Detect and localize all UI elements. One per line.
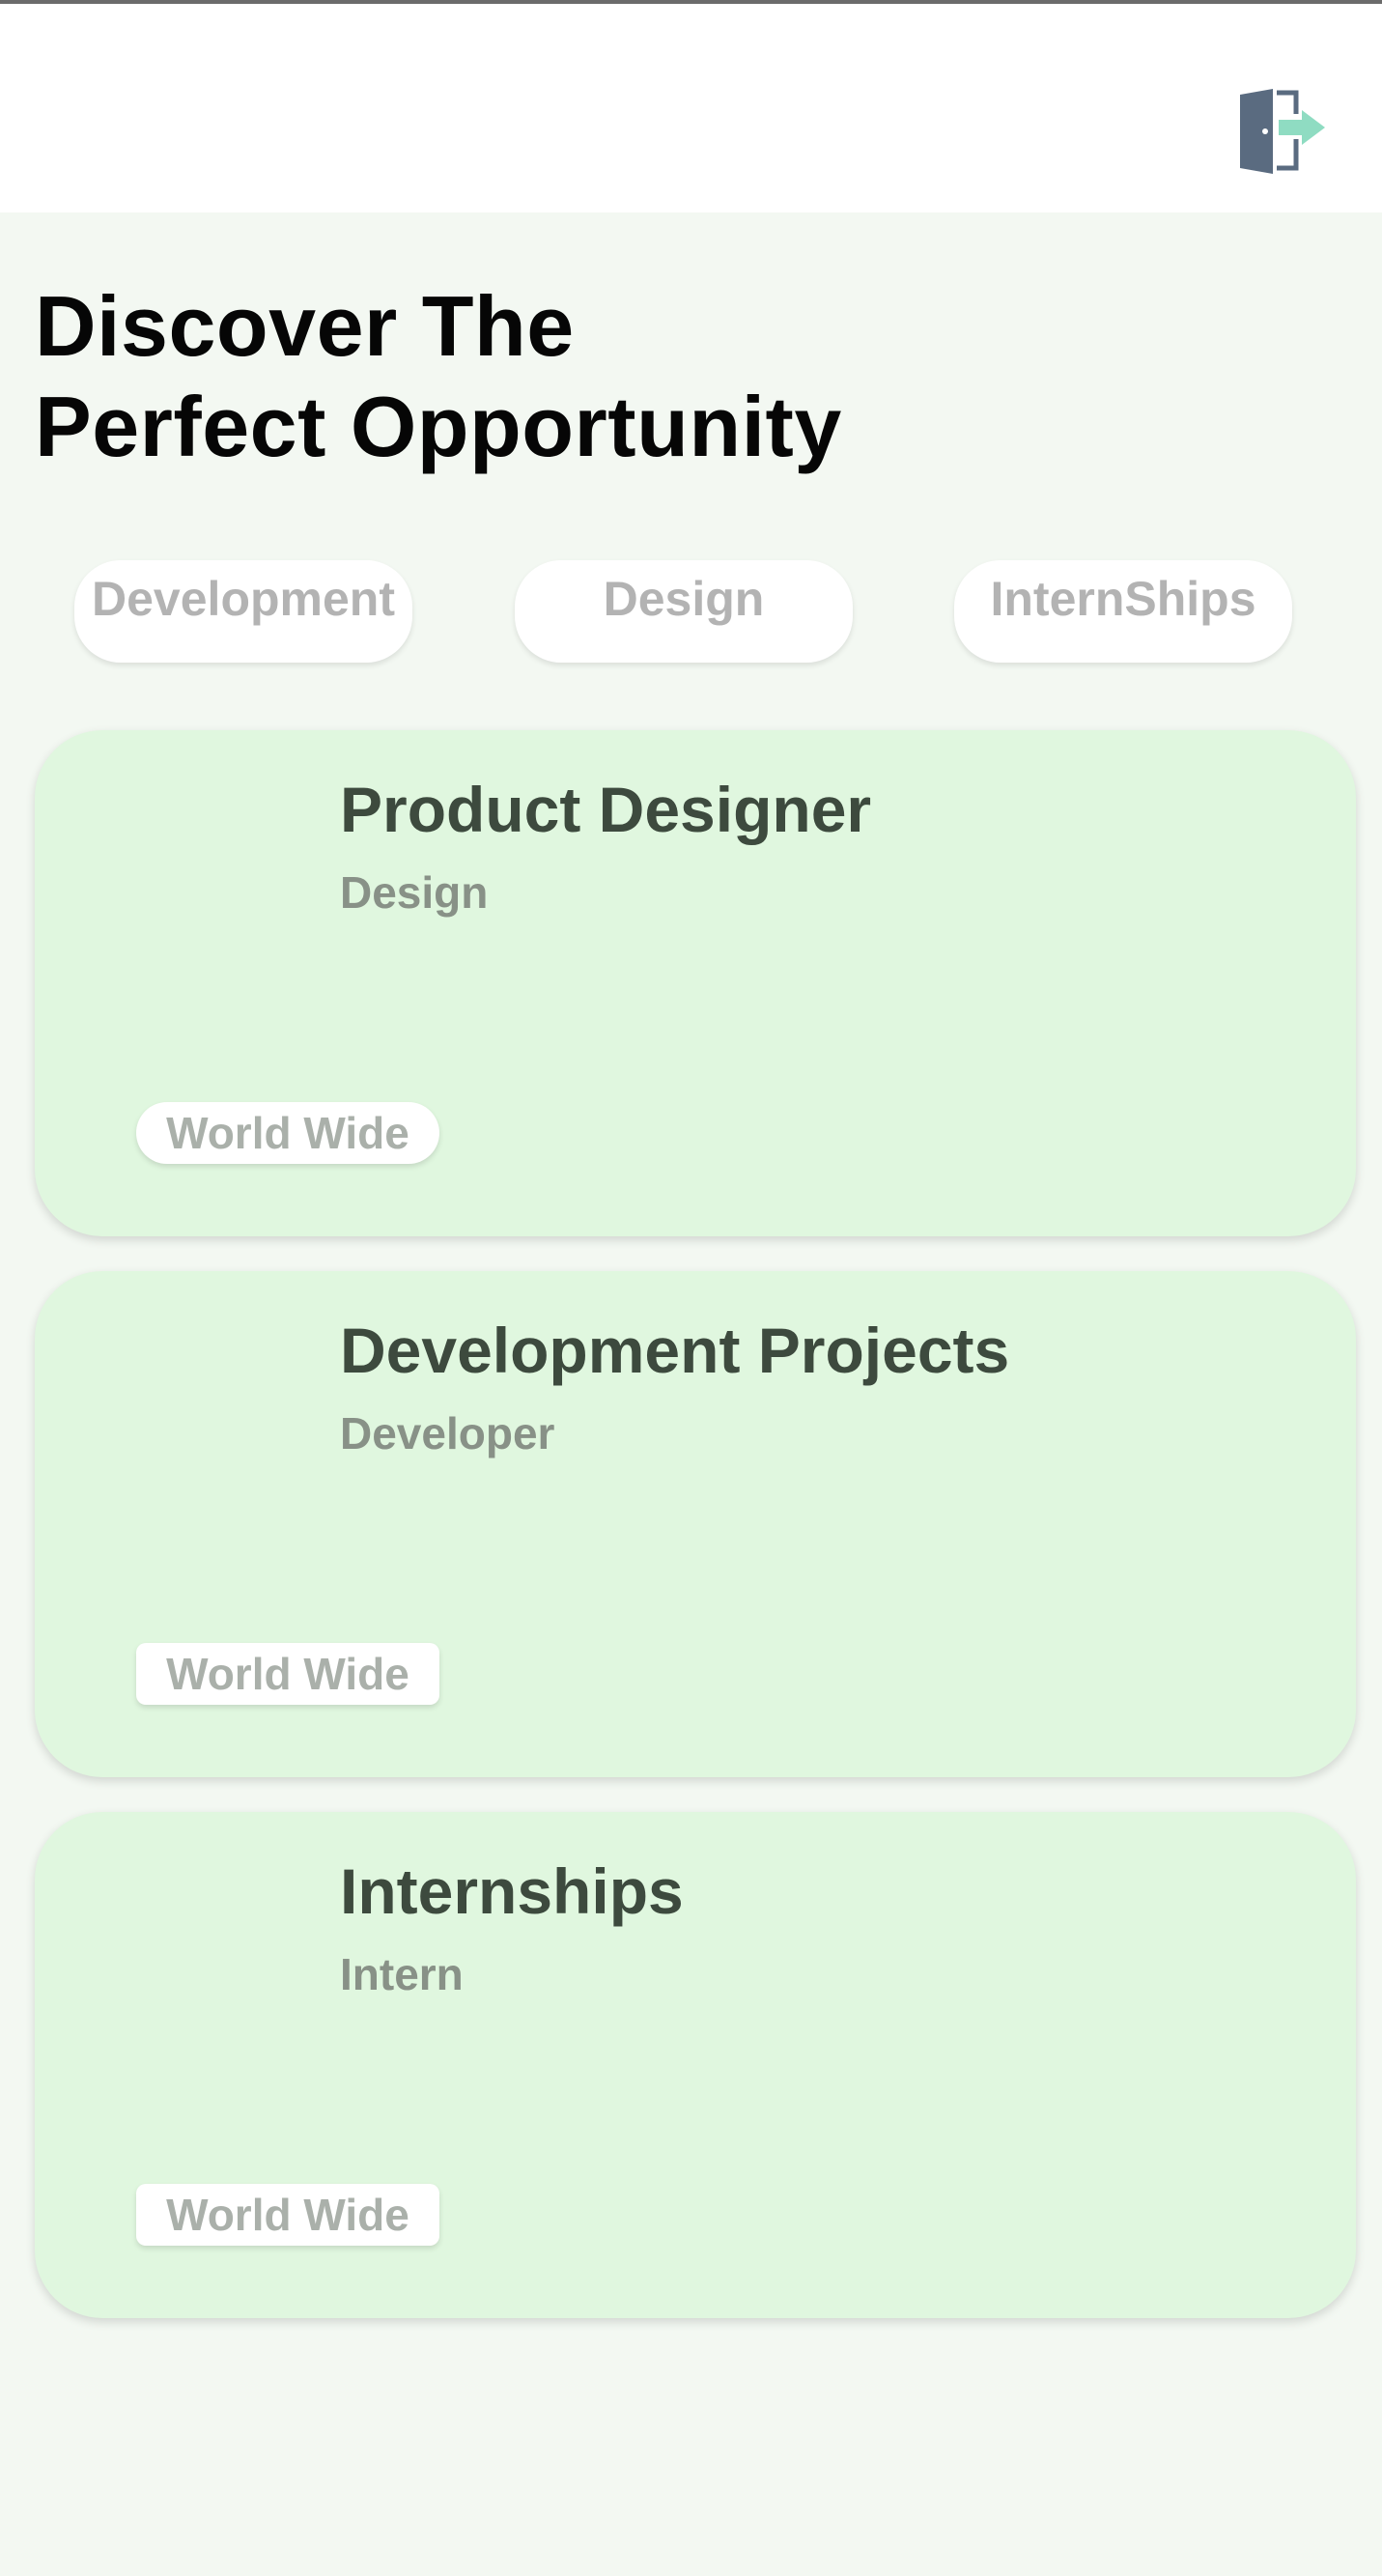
tab-internships[interactable]: InternShips	[954, 560, 1292, 663]
job-card[interactable]: Internships Intern World Wide	[35, 1812, 1356, 2318]
job-category: Developer	[340, 1408, 555, 1458]
category-tabs: Development Design InternShips	[0, 560, 1382, 666]
headline-line-2: Perfect Opportunity	[35, 379, 842, 474]
tab-development[interactable]: Development	[74, 560, 412, 663]
job-card[interactable]: Product Designer Design World Wide	[35, 730, 1356, 1236]
page-headline: Discover The Perfect Opportunity	[35, 276, 842, 477]
app-header	[0, 0, 1382, 212]
logout-door-arrow-icon	[1240, 89, 1325, 174]
location-badge: World Wide	[136, 1102, 439, 1164]
job-category: Design	[340, 867, 489, 918]
logout-button[interactable]	[1234, 85, 1329, 178]
job-title: Development Projects	[340, 1315, 1010, 1386]
location-badge: World Wide	[136, 1643, 439, 1705]
job-category: Intern	[340, 1949, 464, 1999]
headline-line-1: Discover The	[35, 278, 575, 374]
location-badge: World Wide	[136, 2184, 439, 2246]
job-title: Internships	[340, 1855, 684, 1927]
job-card[interactable]: Development Projects Developer World Wid…	[35, 1271, 1356, 1777]
tab-design[interactable]: Design	[515, 560, 853, 663]
job-title: Product Designer	[340, 774, 872, 845]
